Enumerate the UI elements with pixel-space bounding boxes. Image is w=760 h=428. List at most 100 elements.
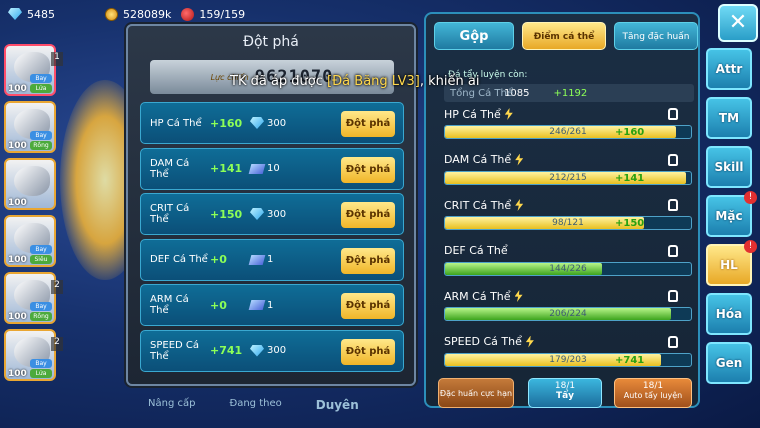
tab-individual-points[interactable]: Điểm cá thể [522,22,606,50]
tab-upgrade[interactable]: Nâng cấp [148,398,195,412]
close-button[interactable]: ✕ [718,4,758,42]
gold-value: 528089k [123,7,172,21]
stone-icon [248,254,266,265]
tab-following[interactable]: Đang theo [229,398,281,412]
type-tag: Bay [30,74,52,83]
stat-cost: 300 [250,208,310,220]
stat-name: DAM Cá Thể [444,153,512,166]
side-tab-skill[interactable]: Skill [706,146,752,188]
breakthrough-button[interactable]: Đột phá [341,293,395,319]
breakthrough-row: DAM Cá Thể +141 10 Đột phá [140,147,404,190]
lightning-icon [515,199,524,211]
close-icon: ✕ [728,10,748,35]
stat-name: SPEED Cá Thể [150,339,200,362]
type-tag: Siêu [30,255,52,264]
type-tag: Lửa [30,369,52,378]
stat-label-line: DAM Cá Thể [444,152,692,168]
wash-button[interactable]: 18/1 Tẩy [528,378,602,408]
stat-value: 206/224 [549,309,587,319]
stat-cost: 10 [248,163,310,174]
extreme-training-button[interactable]: Đặc huấn cực hạn [438,378,514,408]
stat-value: 179/203 [549,354,587,365]
lock-icon[interactable] [668,153,678,166]
lock-icon[interactable] [668,244,678,257]
team-member-card[interactable]: 100 Bay Siêu [4,215,56,267]
side-tab-gen[interactable]: Gen [706,342,752,384]
stat-progress-bar: 206/224 [444,307,692,321]
stat-cost: 300 [250,344,310,357]
lightning-icon [514,290,523,302]
breakthrough-button[interactable]: Đột phá [341,156,395,183]
stat-name: DEF Cá Thể [444,244,508,257]
breakthrough-row: DEF Cá Thể +0 1 Đột phá [140,238,404,281]
lock-icon[interactable] [668,108,678,120]
cost-value: 1 [267,254,274,265]
stat-label-line: ARM Cá Thể [444,288,692,304]
side-tab-tm[interactable]: TM [706,97,752,139]
team-member-card[interactable]: 100 Bay Lửa 1 [4,44,63,96]
stat-label-line: SPEED Cá Thể [444,334,692,350]
stat-cost: 1 [248,299,310,311]
stat-name: CRIT Cá Thể [444,198,512,212]
bottom-tab-row: Nâng cấp Đang theo Duyên [128,398,428,412]
breakthrough-button[interactable]: Đột phá [341,338,395,365]
stat-bar-row: HP Cá Thể 246/261 +160 [444,106,692,139]
stat-name: CRIT Cá Thể [150,203,190,225]
team-member-card[interactable]: 100 Bay Rồng [4,101,56,153]
cost-value: 1 [267,299,274,311]
tab-special-training[interactable]: Tăng đặc huấn [614,22,698,50]
member-level: 100 [8,369,27,379]
type-tag: Rồng [30,141,52,150]
breakthrough-row: HP Cá Thể +160 300 Đột phá [140,102,404,144]
monster-portrait [14,166,50,196]
stat-bar-row: DAM Cá Thể 212/215 +141 [444,152,692,185]
stat-bar-row: DEF Cá Thể 144/226 [444,243,692,276]
stat-bonus: +0 [210,253,227,266]
auto-wash-count: 18/1 [642,381,664,391]
breakthrough-row: ARM Cá Thể +0 1 Đột phá [140,284,404,326]
team-list: 100 Bay Lửa 1 100 Bay Rồng 100 100 Bay Siêu 100 Bay R… [4,44,63,386]
cost-value: 10 [267,163,280,174]
side-tab-column: Attr TM Skill Mặc HL Hóa Gen!! [706,48,757,391]
member-level: 100 [8,198,27,208]
stamina-value: 159/159 [199,7,246,21]
team-member-card[interactable]: 100 [4,158,56,210]
cost-value: 300 [267,117,287,129]
team-member-card[interactable]: 100 Bay Lửa 2 [4,329,63,381]
auto-wash-label: Auto tẩy luyện [623,391,683,400]
lock-icon[interactable] [668,335,678,348]
cost-value: 300 [267,345,287,356]
tab-affinity[interactable]: Duyên [316,398,359,412]
game-screen: 5485 528089k 159/159 100 Bay Lửa 1 100 Bay Rồn… [0,0,760,428]
team-member-card[interactable]: 100 Bay Rồng 2 [4,272,63,324]
lock-icon[interactable] [668,199,678,211]
type-tag: Bay [30,302,52,311]
stat-bonus: +0 [210,298,227,312]
side-tab-attr[interactable]: Attr [706,48,752,90]
slot-number: 2 [51,280,63,294]
auto-wash-button[interactable]: 18/1 Auto tẩy luyện [614,378,692,408]
gold-counter: 528089k [105,7,172,21]
stat-label-line: HP Cá Thể [444,106,692,122]
breakthrough-button[interactable]: Đột phá [341,111,395,137]
stat-name: ARM Cá Thể [444,289,511,303]
stat-bar-row: SPEED Cá Thể 179/203 +741 [444,334,692,367]
tab-merge[interactable]: Gộp [434,22,514,50]
breakthrough-title: Đột phá [243,34,299,50]
breakthrough-button[interactable]: Đột phá [341,202,395,228]
stat-value: 144/226 [549,263,587,274]
notification-badge-icon: ! [744,191,757,204]
breakthrough-row: CRIT Cá Thể +150 300 Đột phá [140,193,404,235]
diamond-counter: 5485 [8,8,55,21]
stat-name: DAM Cá Thể [150,157,190,180]
cost-value: 300 [267,208,287,220]
type-tag: Lửa [30,84,52,93]
stat-label-line: DEF Cá Thể [444,243,692,259]
lock-icon[interactable] [668,290,678,302]
side-tab-hóa[interactable]: Hóa [706,293,752,335]
member-level: 100 [8,84,27,94]
stat-name: DEF Cá Thể [150,254,208,265]
breakthrough-button[interactable]: Đột phá [341,247,395,274]
stat-bonus: +150 [210,207,243,221]
member-level: 100 [8,255,27,265]
